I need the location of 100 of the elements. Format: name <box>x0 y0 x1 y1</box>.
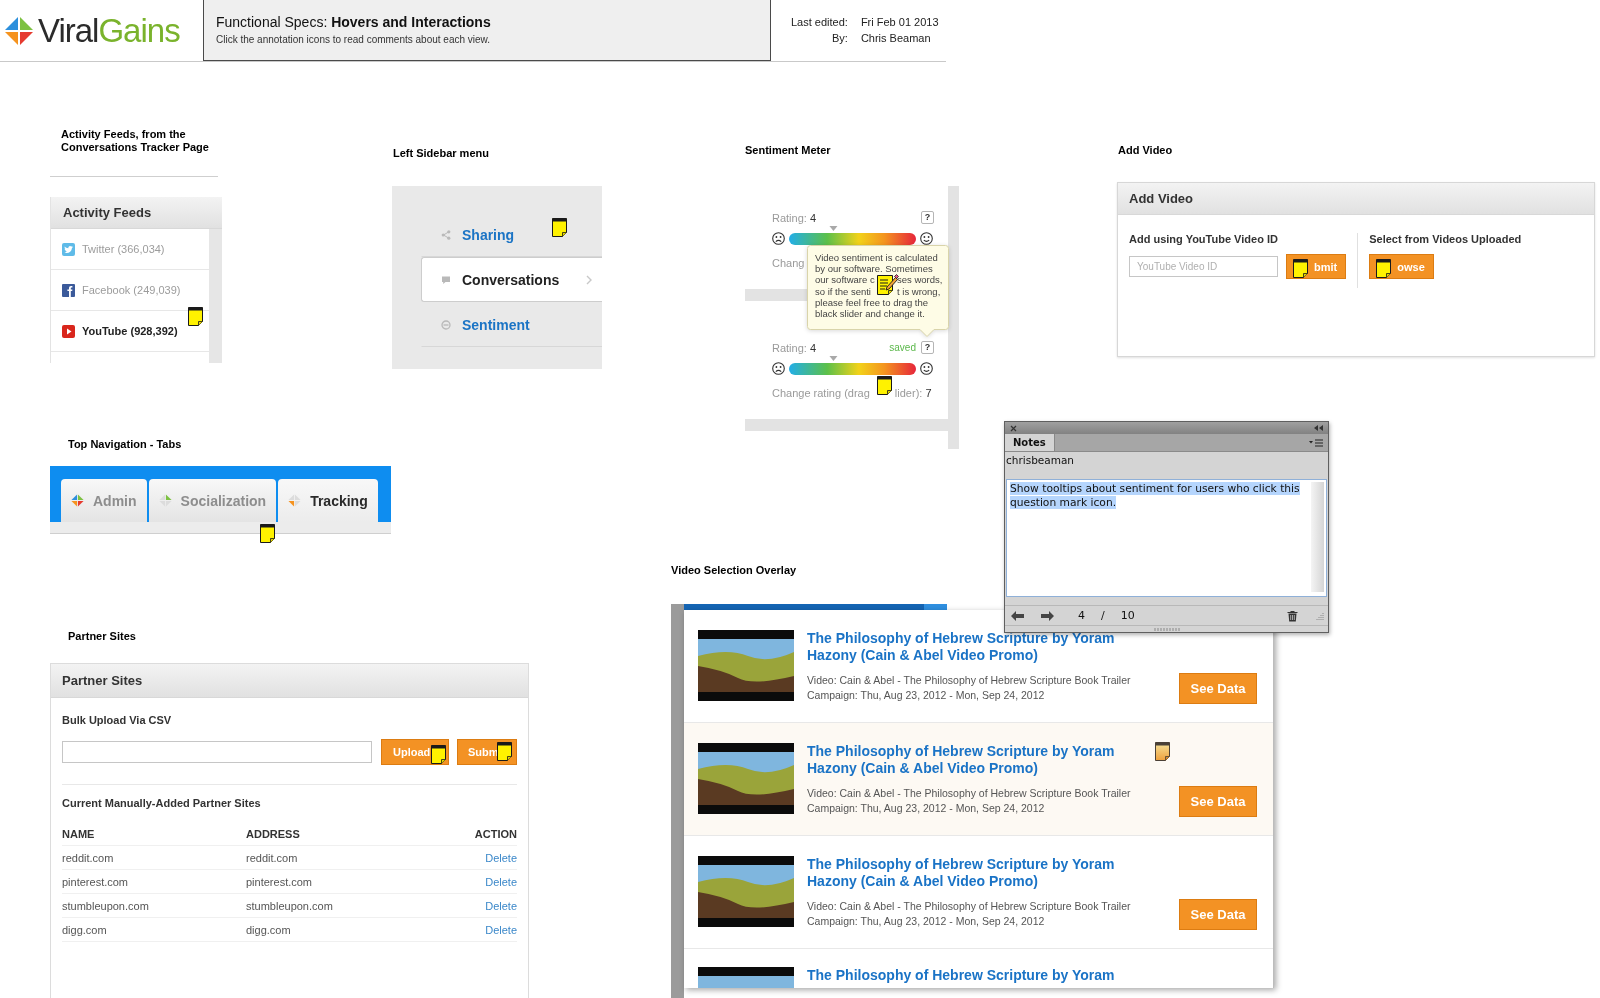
arrow-left-icon[interactable] <box>1011 610 1024 621</box>
slider-marker-icon[interactable] <box>829 356 838 361</box>
share-icon <box>441 229 451 240</box>
table-cell: digg.com <box>246 918 475 942</box>
see-data-button[interactable]: See Data <box>1179 673 1257 704</box>
saved-status: saved <box>889 342 916 353</box>
sentiment-slider[interactable] <box>789 226 916 245</box>
note-textarea[interactable]: Show tooltips about sentiment for users who click this question mark icon. <box>1006 479 1327 597</box>
sidebar-item[interactable]: Sentiment <box>421 302 602 347</box>
section-caption: Video Selection Overlay <box>671 564 798 577</box>
video-row[interactable] <box>684 723 1273 836</box>
campaign-dates: Campaign: Thu, Aug 23, 2012 - Mon, Sep 24, 2012 <box>807 688 1046 703</box>
field-label: Add using YouTube Video ID <box>1129 233 1279 246</box>
section-caption: Left Sidebar menu <box>392 147 490 160</box>
tooltip-text: ses words, <box>897 274 943 286</box>
logo-icon <box>4 15 34 46</box>
drag-handle-icon[interactable] <box>1153 627 1180 631</box>
speech-bubble-icon <box>441 274 451 285</box>
tooltip-text: by our software. Sometimes <box>815 263 933 275</box>
note-edit-icon[interactable] <box>876 272 899 296</box>
video-title-link[interactable]: The Philosophy of Hebrew Scripture by Yoram Hazony (Cain & Abel Video Promo) <box>807 630 1147 664</box>
rating-hint: Chang <box>772 256 805 269</box>
video-id-input[interactable]: YouTube Video ID <box>1129 256 1278 277</box>
section-caption: Partner Sites <box>67 630 137 643</box>
minus-circle-icon <box>441 319 451 330</box>
pinwheel-icon <box>288 494 302 507</box>
scrollbar[interactable] <box>209 229 222 363</box>
meta-value: Chris Beaman <box>860 32 932 45</box>
sentiment-slider[interactable] <box>789 356 916 375</box>
see-data-button[interactable]: See Data <box>1179 786 1257 817</box>
note-icon[interactable] <box>875 375 893 396</box>
note-icon[interactable] <box>496 741 513 762</box>
delete-link[interactable]: Delete <box>485 923 517 936</box>
panel-header: Partner Sites <box>51 664 528 698</box>
notes-tab[interactable]: Notes <box>1005 434 1055 451</box>
resize-grip-icon[interactable] <box>1316 611 1324 620</box>
panel-header: Add Video <box>1118 183 1594 215</box>
note-icon[interactable] <box>259 523 276 544</box>
note-icon[interactable] <box>551 217 568 238</box>
pinwheel-icon <box>158 494 172 507</box>
table-cell: stumbleupon.com <box>246 894 475 918</box>
see-data-button[interactable]: See Data <box>1179 899 1257 930</box>
note-icon[interactable] <box>430 744 447 765</box>
youtube-icon <box>62 324 75 338</box>
rating-label: Rating: 4 <box>772 211 818 224</box>
note-number: 4 <box>1078 609 1085 622</box>
action-button[interactable]: Upload <box>381 739 449 765</box>
document-title: Functional Specs: Hovers and Interactions <box>216 14 491 30</box>
column-header: ACTION <box>474 822 517 846</box>
nav-tab[interactable]: Socialization <box>148 479 277 522</box>
logo-wordmark: ViralGains <box>38 12 180 49</box>
note-icon[interactable] <box>1292 258 1309 279</box>
delete-link[interactable]: Delete <box>485 851 517 864</box>
meta-label: By: <box>830 32 848 45</box>
table-cell: pinterest.com <box>246 870 475 894</box>
field-label: Select from Videos Uploaded <box>1369 233 1522 246</box>
video-title-link[interactable]: The Philosophy of Hebrew Scripture by Yoram Hazony (Cain & Abel Video Promo) <box>807 856 1147 890</box>
video-title-link[interactable]: The Philosophy of Hebrew Scripture by Yoram <box>807 967 1147 984</box>
section-caption: Activity Feeds, from the Conversations Tracker Page <box>60 128 210 154</box>
tooltip-text: so if the senti <box>815 285 872 297</box>
video-name: Video: Cain & Abel - The Philosophy of Hebrew Scripture Book Trailer <box>807 673 1132 688</box>
pinwheel-icon <box>71 494 84 507</box>
note-icon[interactable] <box>1375 258 1393 279</box>
help-button[interactable]: ? <box>921 341 934 354</box>
table-cell: reddit.com <box>246 846 475 870</box>
note-separator: / <box>1101 609 1105 622</box>
note-text: Show tooltips about sentiment for users who click this question mark icon. <box>1010 482 1301 510</box>
trash-icon[interactable] <box>1287 609 1298 622</box>
help-button[interactable]: ? <box>921 211 934 224</box>
tooltip-text: black slider and change it. <box>815 308 925 320</box>
sidebar-item[interactable]: Conversations <box>421 257 602 302</box>
nav-tab[interactable]: Admin <box>61 479 147 522</box>
panel-menu-icon[interactable] <box>1309 438 1323 447</box>
close-icon[interactable] <box>1010 424 1017 432</box>
sad-face-icon <box>772 362 785 375</box>
note-icon[interactable] <box>187 306 204 327</box>
video-title-link[interactable]: The Philosophy of Hebrew Scripture by Yoram Hazony (Cain & Abel Video Promo) <box>807 743 1147 777</box>
section-caption: Add Video <box>1117 144 1174 157</box>
delete-link[interactable]: Delete <box>485 899 517 912</box>
csv-file-input[interactable] <box>62 741 372 763</box>
twitter-icon <box>62 242 75 256</box>
meta-label: Last edited: <box>791 16 848 29</box>
list-title: Current Manually-Added Partner Sites <box>62 797 262 810</box>
panel-header: Activity Feeds <box>51 197 222 229</box>
delete-link[interactable]: Delete <box>485 875 517 888</box>
column-header: ADDRESS <box>246 822 475 846</box>
table-cell: reddit.com <box>62 846 246 870</box>
note-count: 10 <box>1120 609 1135 622</box>
section-caption: Top Navigation - Tabs <box>67 438 183 451</box>
collapse-icon[interactable] <box>1314 425 1323 431</box>
table-cell: pinterest.com <box>62 870 246 894</box>
arrow-right-icon[interactable] <box>1041 610 1054 621</box>
note-icon[interactable] <box>1154 741 1171 762</box>
rating-hint: Change rating (drag <box>772 386 870 399</box>
action-button[interactable]: owse <box>1369 254 1434 279</box>
video-row[interactable]: The Philosophy of Hebrew Scripture by Yoram <box>684 949 1273 988</box>
scrollbar[interactable] <box>1311 482 1324 592</box>
slider-marker-icon[interactable] <box>829 226 838 231</box>
rating-label: Rating: 4 <box>772 341 818 354</box>
action-button[interactable]: bmit <box>1286 254 1347 279</box>
